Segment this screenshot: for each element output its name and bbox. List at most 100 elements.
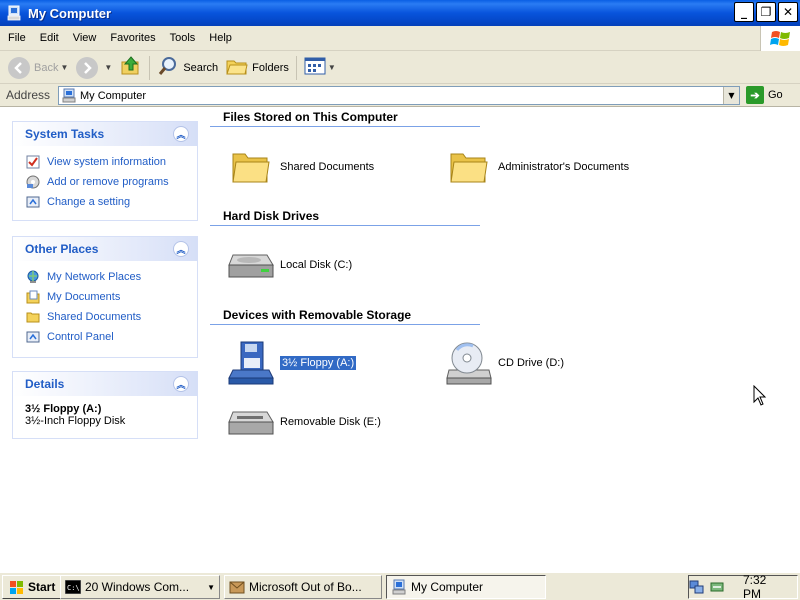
- views-icon: [304, 57, 326, 78]
- place-my-network-places[interactable]: My Network Places: [25, 267, 189, 287]
- minimize-button[interactable]: _: [734, 2, 754, 22]
- folder-icon: [226, 144, 276, 190]
- place-shared-documents[interactable]: Shared Documents: [25, 307, 189, 327]
- collapse-icon[interactable]: ︽: [173, 126, 189, 142]
- back-button[interactable]: Back ▼: [4, 54, 72, 82]
- menu-edit[interactable]: Edit: [33, 32, 66, 44]
- back-label: Back: [34, 61, 59, 74]
- my-computer-icon: [62, 88, 76, 103]
- task-add-remove-programs[interactable]: Add or remove programs: [25, 172, 189, 192]
- floppy-a-item[interactable]: 3½ Floppy (A:): [226, 340, 358, 386]
- clock[interactable]: 7:32 PM: [743, 573, 785, 600]
- address-value: My Computer: [80, 89, 147, 102]
- details-item-name: 3½ Floppy (A:): [25, 403, 102, 415]
- hard-disk-icon: [226, 242, 276, 288]
- address-input[interactable]: My Computer ▼: [58, 86, 740, 105]
- system-tasks-header[interactable]: System Tasks ︽: [13, 122, 197, 146]
- network-tray-icon[interactable]: [689, 579, 705, 595]
- taskbar-task-oobe[interactable]: Microsoft Out of Bo...: [224, 575, 382, 599]
- command-prompt-icon: C:\: [65, 579, 81, 595]
- section-hdd-header: Hard Disk Drives: [210, 209, 480, 226]
- administrators-documents-item[interactable]: Administrator's Documents: [444, 144, 629, 190]
- forward-button[interactable]: ▼: [72, 54, 116, 82]
- item-label: Shared Documents: [280, 161, 375, 173]
- place-label: My Network Places: [47, 271, 142, 283]
- details-item-description: 3½-Inch Floppy Disk: [25, 415, 126, 427]
- back-dropdown-icon[interactable]: ▼: [60, 63, 68, 72]
- search-button[interactable]: Search: [153, 54, 222, 82]
- title-bar[interactable]: My Computer _ ❐ ✕: [0, 0, 800, 26]
- add-remove-programs-icon: [25, 174, 41, 190]
- cd-drive-icon: [444, 340, 494, 386]
- details-header[interactable]: Details ︽: [13, 372, 197, 396]
- removable-disk-e-item[interactable]: Removable Disk (E:): [226, 399, 381, 445]
- task-label: View system information: [47, 156, 167, 168]
- section-removable-header: Devices with Removable Storage: [210, 308, 480, 325]
- views-button[interactable]: ▼: [300, 54, 340, 82]
- restore-button[interactable]: ❐: [756, 2, 776, 22]
- details-panel: Details ︽ 3½ Floppy (A:) 3½-Inch Floppy …: [12, 371, 198, 439]
- back-arrow-icon: [8, 56, 30, 79]
- standard-toolbar: Back ▼ ▼ Search Folders ▼: [0, 52, 800, 84]
- local-disk-c-item[interactable]: Local Disk (C:): [226, 242, 352, 288]
- control-panel-icon: [25, 329, 41, 345]
- views-dropdown-icon[interactable]: ▼: [328, 63, 336, 72]
- safely-remove-hardware-icon[interactable]: [709, 579, 725, 595]
- my-documents-icon: [25, 289, 41, 305]
- toolbar-separator: [149, 55, 151, 80]
- oobe-icon: [229, 579, 245, 595]
- system-tray: 7:32 PM: [688, 573, 798, 600]
- menu-favorites[interactable]: Favorites: [103, 32, 162, 44]
- control-panel-icon: [25, 194, 41, 210]
- task-label: Microsoft Out of Bo...: [249, 580, 362, 594]
- start-button[interactable]: Start: [2, 574, 63, 599]
- place-label: Control Panel: [47, 331, 114, 343]
- task-label: My Computer: [411, 580, 484, 594]
- close-button[interactable]: ✕: [778, 2, 798, 22]
- system-tasks-title: System Tasks: [25, 127, 105, 141]
- taskbar-task-command-prompt[interactable]: C:\ 20 Windows Com... ▼: [60, 575, 220, 599]
- collapse-icon[interactable]: ︽: [173, 241, 189, 257]
- my-computer-icon: [391, 579, 407, 595]
- task-change-setting[interactable]: Change a setting: [25, 192, 189, 212]
- item-label: Local Disk (C:): [280, 259, 353, 271]
- other-places-title: Other Places: [25, 242, 99, 256]
- task-dropdown-icon[interactable]: ▼: [207, 583, 215, 592]
- shared-documents-item[interactable]: Shared Documents: [226, 144, 374, 190]
- menu-file[interactable]: File: [0, 32, 33, 44]
- go-label: Go: [768, 89, 783, 101]
- forward-dropdown-icon[interactable]: ▼: [104, 63, 112, 72]
- place-my-documents[interactable]: My Documents: [25, 287, 189, 307]
- menu-view[interactable]: View: [66, 32, 104, 44]
- folders-button[interactable]: Folders: [222, 54, 293, 82]
- folder-icon: [444, 144, 494, 190]
- item-label: Administrator's Documents: [498, 161, 630, 173]
- other-places-header[interactable]: Other Places ︽: [13, 237, 197, 261]
- menu-tools[interactable]: Tools: [163, 32, 203, 44]
- network-places-icon: [25, 269, 41, 285]
- search-icon: [157, 55, 179, 80]
- task-label: Add or remove programs: [47, 176, 169, 188]
- cd-drive-d-item[interactable]: CD Drive (D:): [444, 340, 564, 386]
- toolbar-separator: [295, 55, 297, 80]
- up-folder-button[interactable]: [116, 54, 146, 82]
- windows-logo-icon: [760, 26, 800, 51]
- collapse-icon[interactable]: ︽: [173, 376, 189, 392]
- section-files-header: Files Stored on This Computer: [210, 110, 480, 127]
- up-folder-icon: [120, 55, 142, 80]
- place-control-panel[interactable]: Control Panel: [25, 327, 189, 347]
- floppy-drive-icon: [226, 340, 276, 386]
- menu-help[interactable]: Help: [202, 32, 239, 44]
- folders-icon: [226, 56, 248, 79]
- task-view-system-info[interactable]: View system information: [25, 152, 189, 172]
- explorer-content: System Tasks ︽ View system information A…: [0, 107, 800, 572]
- details-title: Details: [25, 377, 65, 391]
- task-label: Change a setting: [47, 196, 131, 208]
- mouse-cursor-icon: [753, 384, 767, 410]
- start-label: Start: [28, 579, 56, 594]
- window-title: My Computer: [28, 5, 112, 21]
- address-dropdown-icon[interactable]: ▼: [723, 87, 739, 104]
- taskbar-task-my-computer[interactable]: My Computer: [386, 575, 546, 599]
- place-label: My Documents: [47, 291, 121, 303]
- go-button[interactable]: ➔ Go: [746, 86, 783, 104]
